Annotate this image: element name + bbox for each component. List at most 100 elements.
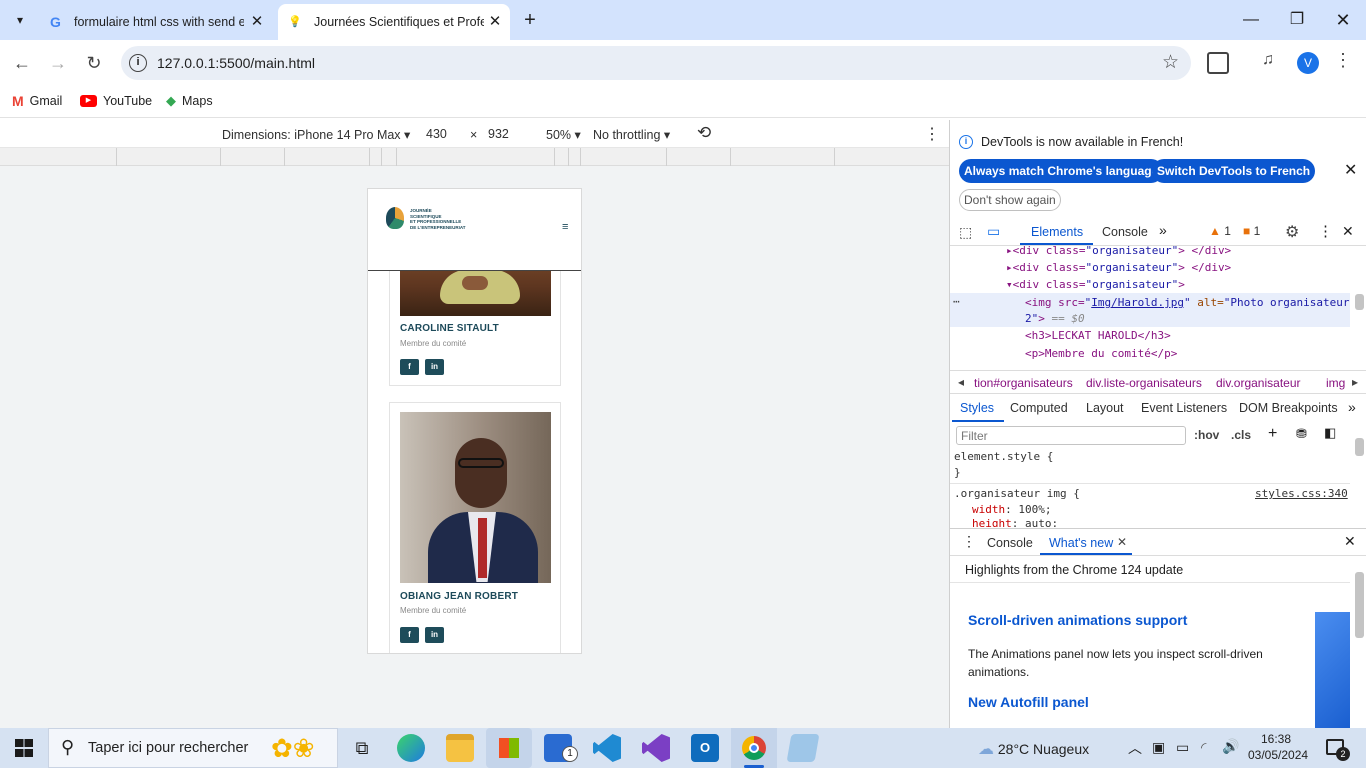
element-style-rule[interactable]: element.style { [954,450,1053,463]
bookmark-gmail[interactable]: M Gmail [12,92,62,110]
outlook-icon[interactable]: O [691,734,719,762]
taskbar-search[interactable]: ⚲ Taper ici pour rechercher ✿❀ [48,728,338,768]
bookmark-star-icon[interactable]: ☆ [1162,51,1179,74]
volume-icon[interactable]: 🔊 [1222,738,1239,755]
reload-button[interactable]: ↻ [80,50,108,76]
facebook-icon[interactable]: f [400,627,419,643]
switch-french-button[interactable]: Switch DevTools to French [1152,159,1316,183]
breadcrumb-item[interactable]: div.liste-organisateurs [1086,376,1202,390]
site-info-icon[interactable]: i [129,54,147,72]
more-tabs-icon[interactable]: » [1348,399,1356,415]
close-drawer-icon[interactable]: ✕ [1344,533,1356,550]
breadcrumb-right-icon[interactable]: ▸ [1352,375,1358,389]
chrome-taskbar-active[interactable] [731,728,777,768]
file-explorer-icon[interactable] [446,734,474,762]
height-input[interactable]: 932 [488,127,509,141]
more-tabs-icon[interactable]: » [1159,222,1167,238]
close-tab-icon[interactable]: ✕ [248,13,266,31]
clock[interactable]: 16:38 03/05/2024 [1248,731,1308,763]
close-window-button[interactable]: ✕ [1320,0,1366,40]
back-button[interactable]: ← [8,50,36,76]
dont-show-button[interactable]: Don't show again [959,189,1061,211]
breadcrumb-item[interactable]: tion#organisateurs [974,376,1073,390]
hamburger-menu-icon[interactable]: ≡ [562,221,568,233]
bookmark-maps[interactable]: ◆ Maps [166,92,213,110]
facebook-icon[interactable]: f [400,359,419,375]
wifi-icon[interactable]: ◜ [1201,739,1206,756]
chrome-menu-icon[interactable]: ⋮ [1334,50,1352,71]
extensions-icon[interactable] [1207,52,1229,74]
breadcrumb-item[interactable]: div.organisateur [1216,376,1301,390]
warning-icon[interactable]: ▲ 1 [1209,224,1231,238]
edge-icon[interactable] [397,734,425,762]
drawer-menu-icon[interactable]: ⋮ [962,533,976,550]
tab-computed[interactable]: Computed [1010,401,1068,415]
tab-elements[interactable]: Elements [1031,225,1083,239]
chevron-up-icon[interactable]: ︿ [1128,738,1142,758]
tray-icon[interactable]: ▣ [1152,739,1165,756]
article-title[interactable]: New Autofill panel [968,694,1089,710]
task-view-icon[interactable]: ⧉ [348,734,376,762]
weather-widget[interactable]: ☁ 28°C Nuageux [978,739,1089,759]
restore-button[interactable]: ❐ [1274,0,1320,40]
tab-journees[interactable]: 💡 Journées Scientifiques et Profes ✕ [278,4,510,40]
dom-node-p[interactable]: <p>Membre du comité</p> [1025,347,1177,360]
new-tab-button[interactable]: + [518,8,542,32]
hov-button[interactable]: :hov [1194,428,1219,442]
styles-filter-input[interactable]: Filter [956,426,1186,445]
store-icon[interactable] [486,728,532,768]
scrollbar[interactable] [1355,572,1364,638]
dom-node[interactable]: ▸<div class="organisateur"> </div> [1006,244,1231,257]
article-title[interactable]: Scroll-driven animations support [968,612,1187,628]
close-banner-icon[interactable]: ✕ [1344,160,1357,180]
scrollbar[interactable] [1355,294,1364,310]
media-control-icon[interactable]: ♫ [1262,51,1274,69]
notification-icon[interactable]: 2 [1326,739,1350,761]
style-property[interactable]: width: 100%; [972,503,1052,516]
tab-formulaire[interactable]: G formulaire html css with send e ✕ [40,4,272,40]
linkedin-icon[interactable]: in [425,359,444,375]
tab-event-listeners[interactable]: Event Listeners [1141,401,1227,415]
tab-dom-breakpoints[interactable]: DOM Breakpoints [1239,401,1338,415]
profile-avatar[interactable]: V [1297,52,1319,74]
breadcrumb-left-icon[interactable]: ◂ [958,375,964,389]
add-rule-icon[interactable]: + [1268,425,1277,443]
device-toggle-icon[interactable]: ▭ [987,223,1000,240]
site-logo[interactable]: JOURNÉE SCIENTIFIQUE ET PROFESSIONNELLE … [386,203,466,237]
minimize-button[interactable]: — [1228,0,1274,40]
tab-styles[interactable]: Styles [960,401,994,415]
mail-icon[interactable]: 1 [544,734,578,762]
issues-icon[interactable]: ■ 1 [1243,224,1260,238]
drawer-tab-console[interactable]: Console [987,536,1033,550]
tab-search-button[interactable]: ▾ [8,8,32,32]
dom-node-img[interactable]: <img src="Img/Harold.jpg" alt="Photo org… [1025,296,1350,309]
address-bar[interactable]: i 127.0.0.1:5500/main.html ☆ [121,46,1191,80]
breadcrumb-item[interactable]: img [1326,376,1345,390]
forward-button[interactable]: → [44,50,72,76]
node-dots-icon[interactable]: ⋯ [953,295,960,308]
windows-start-icon[interactable] [15,739,33,757]
rotate-icon[interactable]: ⟲ [697,123,711,143]
sidebar-toggle-icon[interactable]: ◧ [1324,425,1336,441]
zoom-select[interactable]: 50% ▾ [546,127,581,142]
cls-button[interactable]: .cls [1231,428,1251,442]
tab-console[interactable]: Console [1102,225,1148,239]
style-rule-selector[interactable]: .organisateur img { [954,487,1080,500]
close-tab-icon[interactable]: ✕ [486,13,504,31]
scrollbar[interactable] [1355,438,1364,456]
device-more-icon[interactable]: ⋮ [924,124,940,144]
dom-node[interactable]: ▾<div class="organisateur"> [1006,278,1185,291]
match-language-button[interactable]: Always match Chrome's language [959,159,1164,183]
style-source-link[interactable]: styles.css:340 [1255,487,1348,500]
tab-layout[interactable]: Layout [1086,401,1124,415]
paint-icon[interactable]: ⛃ [1296,426,1307,442]
dom-node-h3[interactable]: <h3>LECKAT HAROLD</h3> [1025,329,1171,342]
settings-gear-icon[interactable]: ⚙ [1285,222,1299,242]
drawer-tab-whats-new[interactable]: What's new [1049,536,1113,550]
bookmark-youtube[interactable]: ▶ YouTube [80,92,152,110]
devtools-menu-icon[interactable]: ⋮ [1318,222,1333,240]
close-devtools-icon[interactable]: ✕ [1342,223,1354,240]
dom-node[interactable]: ▸<div class="organisateur"> </div> [1006,261,1231,274]
url-text[interactable]: 127.0.0.1:5500/main.html [157,55,315,71]
style-property[interactable]: height: auto; [972,517,1058,527]
